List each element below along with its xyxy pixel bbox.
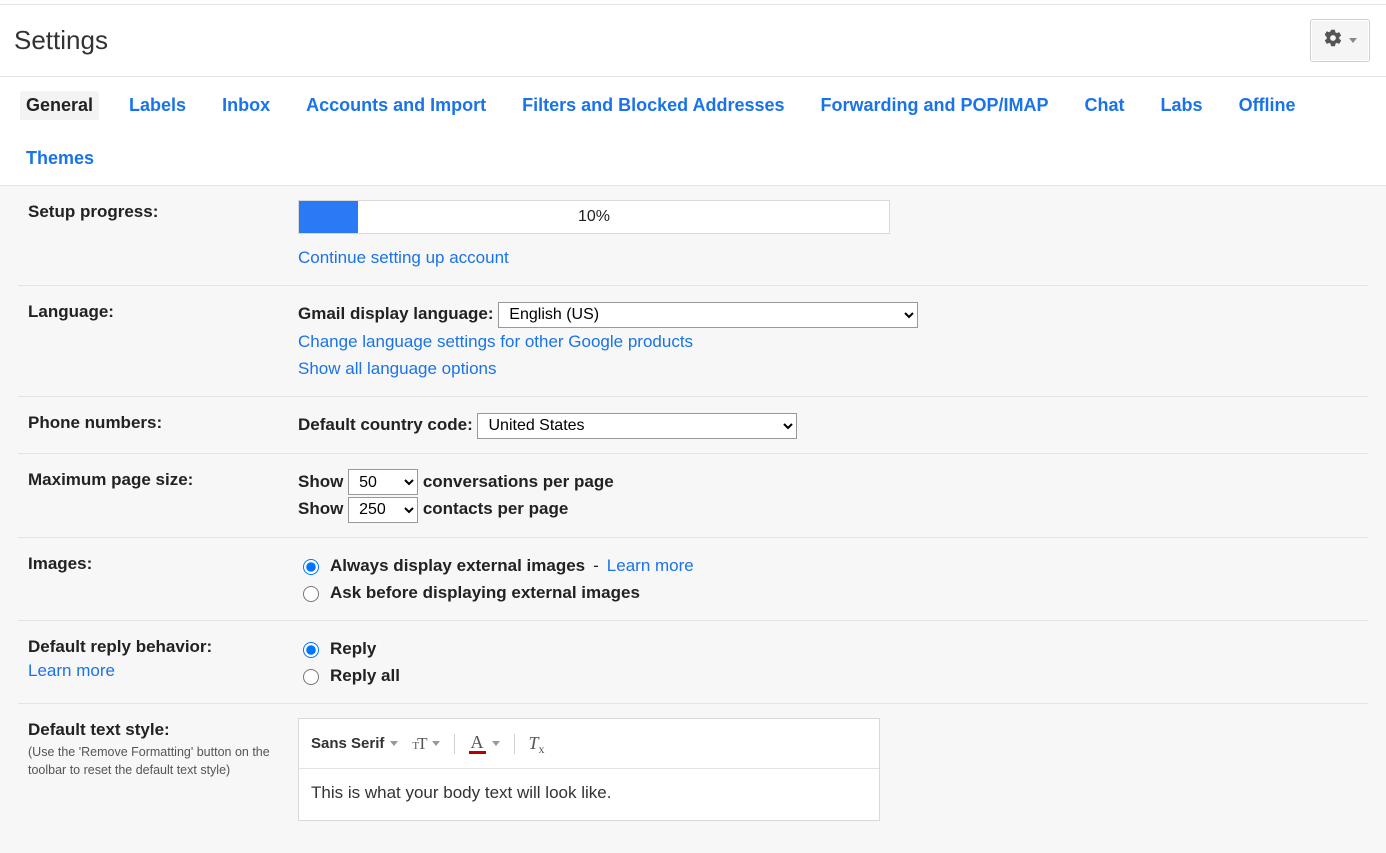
chevron-down-icon <box>1349 38 1357 43</box>
text-style-hint: (Use the 'Remove Formatting' button on t… <box>28 744 298 779</box>
reply-learn-more-link[interactable]: Learn more <box>28 661 115 680</box>
images-always-radio[interactable] <box>303 559 319 575</box>
reply-all-option-label: Reply all <box>330 662 400 689</box>
chevron-down-icon <box>390 741 398 746</box>
chevron-down-icon <box>492 741 500 746</box>
reply-all-radio[interactable] <box>303 669 319 685</box>
reply-option-label: Reply <box>330 635 376 662</box>
setup-progress-label: Setup progress: <box>18 200 298 224</box>
images-label: Images: <box>18 552 298 576</box>
tab-chat[interactable]: Chat <box>1079 91 1131 120</box>
tab-accounts[interactable]: Accounts and Import <box>300 91 492 120</box>
tab-inbox[interactable]: Inbox <box>216 91 276 120</box>
language-label: Language: <box>18 300 298 324</box>
text-color-dropdown[interactable]: A <box>469 733 500 754</box>
settings-gear-button[interactable] <box>1310 19 1370 62</box>
font-size-dropdown[interactable]: TT <box>412 730 439 757</box>
settings-tabs: General Labels Inbox Accounts and Import… <box>0 77 1386 186</box>
show-word-1: Show <box>298 472 343 491</box>
text-style-editor: Sans Serif TT A Tx <box>298 718 880 821</box>
show-all-languages-link[interactable]: Show all language options <box>298 359 496 378</box>
default-country-label: Default country code: <box>298 415 473 434</box>
conversations-suffix: conversations per page <box>423 472 614 491</box>
tab-labs[interactable]: Labs <box>1155 91 1209 120</box>
images-learn-more-link[interactable]: Learn more <box>607 552 694 579</box>
setup-progress-text: 10% <box>299 201 889 233</box>
tab-labels[interactable]: Labels <box>123 91 192 120</box>
toolbar-separator <box>454 734 455 754</box>
display-language-label: Gmail display language: <box>298 304 494 323</box>
font-family-value: Sans Serif <box>311 732 384 756</box>
text-size-icon: TT <box>412 730 425 757</box>
tab-general[interactable]: General <box>20 91 99 120</box>
chevron-down-icon <box>432 741 440 746</box>
tab-themes[interactable]: Themes <box>20 144 100 173</box>
phone-numbers-label: Phone numbers: <box>18 411 298 435</box>
font-family-dropdown[interactable]: Sans Serif <box>311 732 398 756</box>
default-country-select[interactable]: United States <box>477 413 797 439</box>
page-title: Settings <box>14 25 108 56</box>
tab-forwarding[interactable]: Forwarding and POP/IMAP <box>815 91 1055 120</box>
setup-progress-bar: 10% <box>298 200 890 234</box>
images-ask-label: Ask before displaying external images <box>330 579 640 606</box>
text-style-preview: This is what your body text will look li… <box>299 769 879 820</box>
images-ask-radio[interactable] <box>303 586 319 602</box>
toolbar-separator <box>514 734 515 754</box>
remove-formatting-icon: Tx <box>529 729 545 758</box>
text-style-label: Default text style: <box>28 718 298 742</box>
page-size-label: Maximum page size: <box>18 468 298 492</box>
reply-behavior-label: Default reply behavior: <box>28 635 298 659</box>
tab-offline[interactable]: Offline <box>1233 91 1302 120</box>
show-word-2: Show <box>298 499 343 518</box>
tab-filters[interactable]: Filters and Blocked Addresses <box>516 91 790 120</box>
remove-formatting-button[interactable]: Tx <box>529 729 545 758</box>
gear-icon <box>1323 28 1343 53</box>
display-language-select[interactable]: English (US) <box>498 302 918 328</box>
images-always-label: Always display external images <box>330 552 585 579</box>
change-language-link[interactable]: Change language settings for other Googl… <box>298 332 693 351</box>
conversations-per-page-select[interactable]: 50 <box>348 469 418 495</box>
reply-radio[interactable] <box>303 642 319 658</box>
continue-setup-link[interactable]: Continue setting up account <box>298 248 509 267</box>
contacts-suffix: contacts per page <box>423 499 569 518</box>
dash: - <box>593 552 599 579</box>
text-color-icon: A <box>469 733 486 754</box>
contacts-per-page-select[interactable]: 250 <box>348 497 418 523</box>
